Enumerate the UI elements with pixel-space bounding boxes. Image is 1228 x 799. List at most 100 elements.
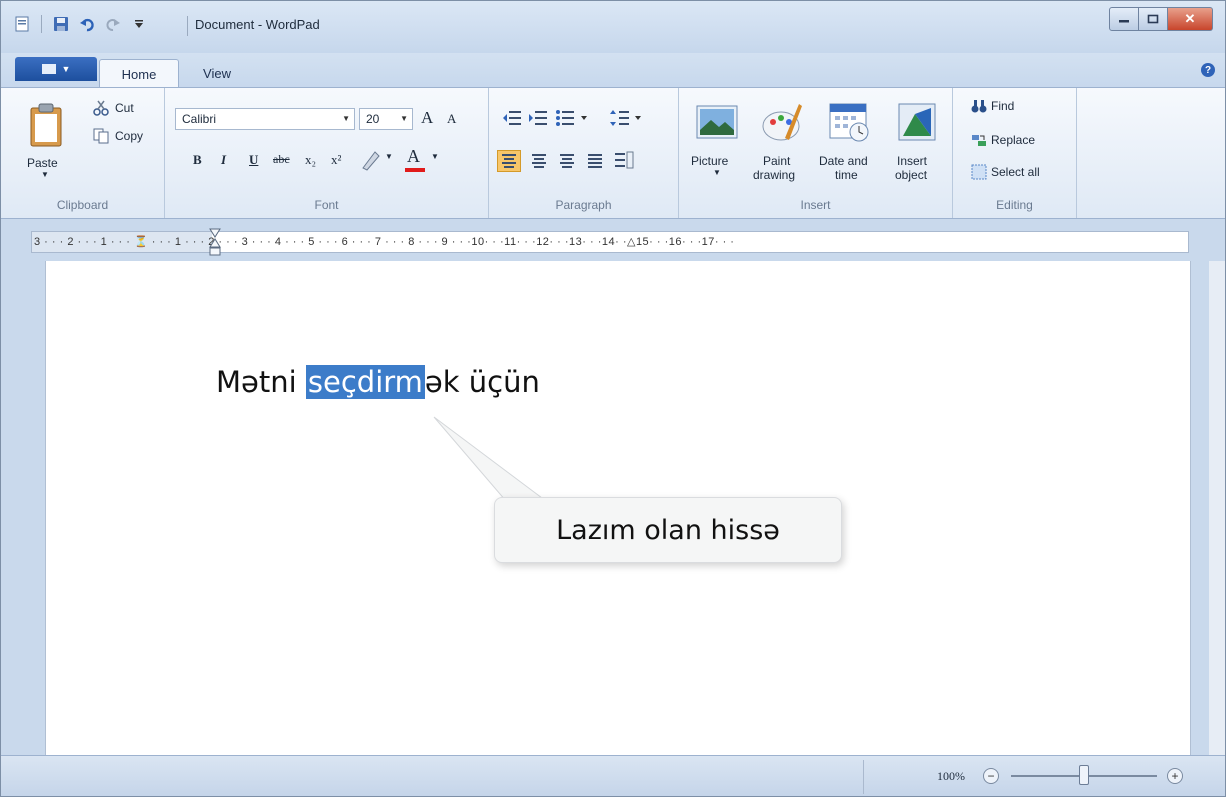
- copy-label: Copy: [115, 129, 144, 143]
- tab-view[interactable]: View: [187, 59, 247, 87]
- strikethrough-button[interactable]: abc: [273, 152, 290, 167]
- paint-label-line2: drawing: [753, 168, 796, 182]
- paste-button[interactable]: Paste ▼: [23, 98, 69, 182]
- ribbon-tab-row: ▼ Home View ?: [1, 53, 1225, 88]
- font-color-swatch: [405, 168, 425, 172]
- ribbon: Paste ▼ Cut Copy Clipboard Calibri ▼ 20 …: [1, 87, 1225, 219]
- ruler-strip[interactable]: 3 · · · 2 · · · 1 · · · ⏳ · · · 1 · · · …: [31, 231, 1189, 253]
- minimize-button[interactable]: [1109, 7, 1139, 31]
- copy-icon: [93, 128, 109, 144]
- cut-label: Cut: [115, 101, 134, 115]
- paragraph-dialog-icon[interactable]: [613, 150, 635, 170]
- cut-button[interactable]: Cut: [93, 100, 157, 120]
- undo-icon[interactable]: [78, 15, 96, 33]
- paste-dropdown-icon: ▼: [41, 170, 49, 179]
- font-color-icon: A: [407, 146, 420, 166]
- select-all-button[interactable]: Select all: [971, 164, 1071, 184]
- ruler-marks: 3 · · · 2 · · · 1 · · · ⏳ · · · 1 · · · …: [34, 236, 735, 248]
- replace-icon: [972, 135, 986, 146]
- zoom-in-button[interactable]: +: [1167, 768, 1183, 784]
- font-family-value: Calibri: [182, 112, 217, 126]
- chevron-down-icon: ▼: [61, 64, 71, 74]
- text-before-selection: Mətni: [216, 365, 306, 399]
- picture-button[interactable]: Picture ▼: [689, 96, 745, 192]
- increase-indent-icon[interactable]: [527, 108, 549, 128]
- title-bar: Document - WordPad ✕: [1, 1, 1225, 53]
- picture-icon: [696, 105, 738, 139]
- clipboard-group: Paste ▼ Cut Copy Clipboard: [1, 88, 165, 218]
- insert-object-label-line2: object: [895, 168, 928, 182]
- paragraph-group-label: Paragraph: [555, 198, 612, 212]
- title-separator: [187, 16, 188, 36]
- vertical-scrollbar[interactable]: [1209, 261, 1225, 755]
- date-time-label-line2: time: [835, 168, 858, 182]
- picture-label: Picture: [691, 154, 729, 168]
- bullet-list-icon[interactable]: [555, 108, 591, 128]
- align-left-button[interactable]: [497, 150, 521, 172]
- wordpad-window: Document - WordPad ✕ ▼ Home View ? Paste: [0, 0, 1226, 797]
- zoom-out-button[interactable]: −: [983, 768, 999, 784]
- selected-text[interactable]: seçdirm: [305, 365, 425, 399]
- chevron-down-icon: ▼: [431, 152, 439, 161]
- save-icon[interactable]: [52, 15, 70, 33]
- chevron-down-icon: ▼: [342, 114, 350, 123]
- font-group: Calibri ▼ 20 ▼ A A B I U abc x₂ x² ▼ A ▼: [165, 88, 489, 218]
- wordpad-icon[interactable]: [13, 15, 31, 33]
- customize-dropdown-icon[interactable]: [130, 15, 148, 33]
- shrink-font-button[interactable]: A: [447, 111, 456, 127]
- redo-icon[interactable]: [104, 15, 122, 33]
- replace-label: Replace: [991, 133, 1036, 147]
- close-button[interactable]: ✕: [1168, 7, 1213, 31]
- align-center-button[interactable]: [527, 150, 551, 172]
- paint-drawing-button[interactable]: Paint drawing: [751, 96, 811, 192]
- grow-font-button[interactable]: A: [421, 108, 433, 128]
- select-all-icon: [971, 164, 987, 180]
- italic-button[interactable]: I: [221, 152, 226, 168]
- zoom-level: 100%: [937, 769, 965, 783]
- paragraph-group: Paragraph: [489, 88, 679, 218]
- application-menu-button[interactable]: ▼: [15, 57, 97, 81]
- maximize-button[interactable]: [1139, 7, 1168, 31]
- find-button[interactable]: Find: [971, 98, 1071, 118]
- window-title: Document - WordPad: [195, 17, 320, 32]
- highlight-button[interactable]: ▼: [359, 148, 399, 172]
- status-separator: [863, 760, 864, 794]
- qat-separator: [41, 15, 42, 33]
- app-menu-icon: [41, 64, 56, 74]
- copy-button[interactable]: Copy: [93, 128, 157, 148]
- font-family-select[interactable]: Calibri ▼: [175, 108, 355, 130]
- decrease-indent-icon[interactable]: [501, 108, 523, 128]
- binoculars-icon: [971, 100, 987, 113]
- paste-icon: [30, 103, 62, 147]
- superscript-button[interactable]: x²: [331, 152, 341, 168]
- calendar-clock-icon: [829, 103, 869, 142]
- font-color-button[interactable]: A ▼: [405, 146, 445, 174]
- align-right-button[interactable]: [555, 150, 579, 172]
- zoom-slider-thumb[interactable]: [1079, 765, 1089, 785]
- chevron-down-icon: ▼: [713, 168, 721, 177]
- justify-button[interactable]: [583, 150, 607, 172]
- quick-access-toolbar: [13, 15, 148, 33]
- line-spacing-icon[interactable]: [609, 108, 645, 128]
- bold-button[interactable]: B: [193, 152, 202, 168]
- chevron-down-icon: ▼: [385, 152, 393, 161]
- document-page[interactable]: Mətni seçdirmək üçün Lazım olan hissə: [45, 261, 1191, 755]
- insert-object-button[interactable]: Insert object: [889, 96, 945, 192]
- date-time-button[interactable]: Date and time: [817, 96, 881, 192]
- window-controls: ✕: [1109, 7, 1213, 31]
- editing-group-label: Editing: [996, 198, 1033, 212]
- replace-button[interactable]: Replace: [971, 132, 1071, 152]
- underline-button[interactable]: U: [249, 152, 258, 168]
- find-label: Find: [991, 99, 1015, 113]
- insert-object-icon: [898, 103, 936, 141]
- status-bar: 100% − +: [1, 755, 1225, 796]
- help-icon[interactable]: ?: [1201, 63, 1215, 77]
- font-size-select[interactable]: 20 ▼: [359, 108, 413, 130]
- document-text[interactable]: Mətni seçdirmək üçün: [216, 365, 540, 399]
- subscript-button[interactable]: x₂: [305, 152, 316, 168]
- highlighter-icon: [362, 151, 380, 171]
- text-after-selection: ək üçün: [424, 365, 540, 399]
- document-area: Mətni seçdirmək üçün Lazım olan hissə: [1, 261, 1225, 755]
- tab-home[interactable]: Home: [99, 59, 179, 88]
- indent-marker-icon[interactable]: [209, 223, 221, 259]
